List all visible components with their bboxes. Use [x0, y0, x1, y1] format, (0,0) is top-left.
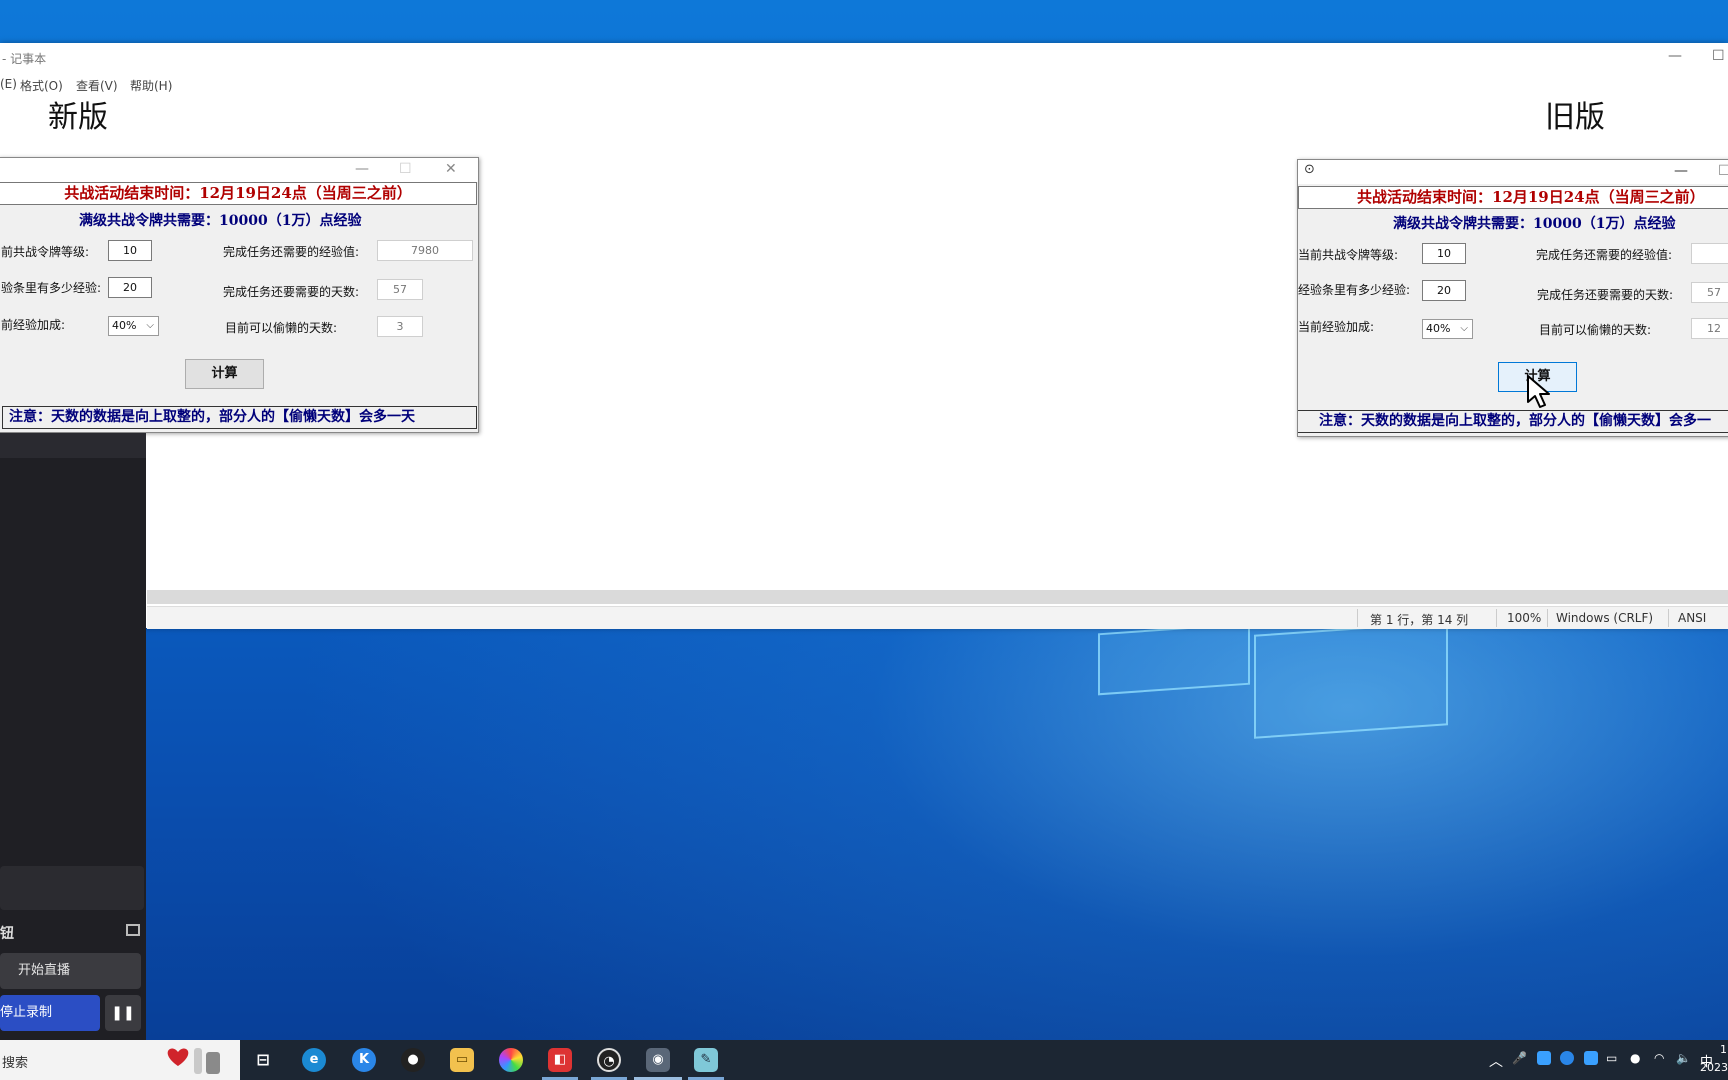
minimize-icon[interactable]: —	[355, 161, 369, 177]
minimize-icon[interactable]: —	[1674, 163, 1688, 179]
tray-app-icon[interactable]	[1584, 1051, 1598, 1065]
taskbar-search[interactable]: 搜索	[0, 1040, 240, 1080]
chevron-down-icon: ⌵	[1460, 323, 1468, 334]
search-placeholder: 搜索	[2, 1056, 29, 1071]
rounding-note: 注意：天数的数据是向上取整的，部分人的【偷懒天数】会多一天	[2, 406, 477, 429]
tray-expand-icon[interactable]: ︿	[1489, 1051, 1503, 1071]
status-bar: 第 1 行，第 14 列 100% Windows (CRLF) ANSI	[147, 606, 1728, 629]
calculator-dialog-new: — ☐ ✕ 共战活动结束时间：12月19日24点（当周三之前） 满级共战令牌共需…	[0, 157, 479, 433]
qq-tray-icon[interactable]: ●	[1630, 1051, 1640, 1065]
lazy-days-output: 12	[1691, 318, 1728, 339]
need-days-label: 完成任务还要需要的天数:	[1537, 288, 1674, 302]
need-exp-label: 完成任务还需要的经验值:	[1536, 248, 1673, 262]
windows-logo-pane	[1254, 621, 1448, 739]
volume-icon[interactable]: 🔈	[1676, 1051, 1691, 1065]
close-icon[interactable]: ✕	[445, 161, 457, 177]
level-input[interactable]: 10	[1422, 243, 1466, 264]
calculate-button[interactable]: 计算	[185, 359, 264, 389]
calculator-dialog-old: ⊙ — ☐ 共战活动结束时间：12月19日24点（当周三之前） 满级共战令牌共需…	[1297, 159, 1728, 437]
clock-time[interactable]: 1	[1720, 1043, 1727, 1056]
exp-bar-input[interactable]: 20	[1422, 280, 1466, 301]
need-exp-output: 7	[1691, 243, 1728, 264]
need-exp-label: 完成任务还需要的经验值:	[223, 245, 360, 259]
exp-bar-label: 验条里有多少经验:	[1, 281, 102, 295]
bonus-value: 40%	[112, 319, 137, 332]
end-time-banner: 共战活动结束时间：12月19日24点（当周三之前）	[0, 182, 477, 205]
need-exp-output: 7980	[377, 240, 473, 261]
bonus-label: 当前经验加成:	[1298, 320, 1375, 334]
notepad-titlebar[interactable]: - 记事本 — ☐	[0, 43, 1728, 73]
battery-icon[interactable]: ▭	[1606, 1051, 1617, 1065]
bonus-label: 前经验加成:	[1, 318, 66, 332]
horizontal-scrollbar[interactable]	[147, 590, 1728, 604]
task-view-icon[interactable]: ⊟	[251, 1048, 275, 1072]
kugou-tray-icon[interactable]	[1560, 1051, 1574, 1065]
bonus-value: 40%	[1426, 322, 1451, 335]
search-highlight-icon	[167, 1048, 220, 1074]
microphone-icon[interactable]: 🎤	[1512, 1051, 1527, 1065]
window-title: - 记事本	[2, 52, 47, 66]
need-days-label: 完成任务还要需要的天数:	[223, 285, 360, 299]
exp-bar-label: 经验条里有多少经验:	[1298, 283, 1411, 297]
obs-panel-header	[0, 433, 146, 458]
lazy-days-label: 目前可以偷懒的天数:	[225, 321, 338, 335]
bonus-select[interactable]: 40% ⌵	[108, 316, 159, 336]
level-label: 当前共战令牌等级:	[1298, 248, 1399, 262]
undock-icon[interactable]	[126, 924, 140, 936]
line-ending: Windows (CRLF)	[1556, 611, 1654, 625]
lazy-days-label: 目前可以偷懒的天数:	[1539, 323, 1652, 337]
start-stream-label: 开始直播	[18, 963, 71, 978]
mouse-cursor-icon	[1527, 375, 1550, 408]
menu-bar: (E) 格式(O) 查看(V) 帮助(H)	[0, 73, 1728, 95]
controls-dock-title: 钮	[0, 926, 14, 942]
menu-edit[interactable]: (E)	[0, 77, 17, 91]
lazy-days-output: 3	[377, 316, 423, 337]
stop-recording-button[interactable]: 停止录制	[0, 995, 100, 1031]
taskbar: 搜索 ⊟ e K ● ▭ ◧ ◔ ◉ ✎ ︿ 🎤 ▭ ● ◠ 🔈 中 1 202…	[0, 1040, 1728, 1080]
stop-recording-label: 停止录制	[0, 1005, 53, 1020]
network-icon[interactable]: ◠	[1654, 1051, 1664, 1065]
capture-app-icon[interactable]: ◉	[646, 1048, 670, 1072]
bonus-select[interactable]: 40% ⌵	[1422, 319, 1473, 339]
pause-recording-button[interactable]: ❚❚	[105, 995, 141, 1031]
need-days-output: 57	[1691, 282, 1728, 303]
windows-logo-pane	[1098, 622, 1250, 696]
label-new-version: 新版	[48, 100, 108, 135]
maximize-icon[interactable]: ☐	[1712, 48, 1725, 64]
level-input[interactable]: 10	[108, 240, 152, 261]
end-time-banner: 共战活动结束时间：12月19日24点（当周三之前）	[1298, 186, 1728, 209]
minimize-icon[interactable]: —	[1668, 48, 1682, 64]
maximize-icon[interactable]: ☐	[1718, 163, 1728, 179]
obs-dock-area	[0, 866, 144, 910]
notepad-icon[interactable]: ✎	[694, 1048, 718, 1072]
dialog-titlebar[interactable]: — ☐ ✕	[0, 158, 478, 182]
chevron-down-icon: ⌵	[146, 320, 154, 331]
color-picker-icon[interactable]	[499, 1048, 523, 1072]
max-exp-subtitle: 满级共战令牌共需要：10000（1万）点经验	[79, 213, 362, 229]
dialog-titlebar[interactable]: ⊙ — ☐	[1298, 160, 1728, 184]
need-days-output: 57	[377, 279, 423, 300]
pause-icon: ❚❚	[111, 1005, 135, 1021]
start-stream-button[interactable]: 开始直播	[0, 953, 141, 989]
exp-bar-input[interactable]: 20	[108, 277, 152, 298]
tray-app-icon[interactable]	[1537, 1051, 1551, 1065]
image-app-icon[interactable]: ◧	[548, 1048, 572, 1072]
menu-help[interactable]: 帮助(H)	[130, 77, 172, 94]
app-icon: ⊙	[1304, 162, 1315, 177]
zoom-level: 100%	[1507, 611, 1542, 625]
cursor-position: 第 1 行，第 14 列	[1370, 613, 1469, 627]
level-label: 前共战令牌等级:	[1, 245, 90, 259]
label-old-version: 旧版	[1545, 100, 1605, 135]
obs-panel: 钮 开始直播 停止录制 ❚❚	[0, 433, 146, 1040]
encoding: ANSI	[1678, 611, 1707, 625]
kugou-icon[interactable]: K	[352, 1048, 376, 1072]
file-explorer-icon[interactable]: ▭	[450, 1048, 474, 1072]
qq-icon[interactable]: ●	[401, 1048, 425, 1072]
clock-date[interactable]: 2023	[1700, 1061, 1728, 1074]
rounding-note: 注意：天数的数据是向上取整的，部分人的【偷懒天数】会多一	[1298, 410, 1728, 433]
maximize-icon: ☐	[399, 161, 412, 177]
max-exp-subtitle: 满级共战令牌共需要：10000（1万）点经验	[1393, 216, 1676, 232]
obs-icon[interactable]: ◔	[597, 1048, 621, 1072]
edge-icon[interactable]: e	[302, 1048, 326, 1072]
